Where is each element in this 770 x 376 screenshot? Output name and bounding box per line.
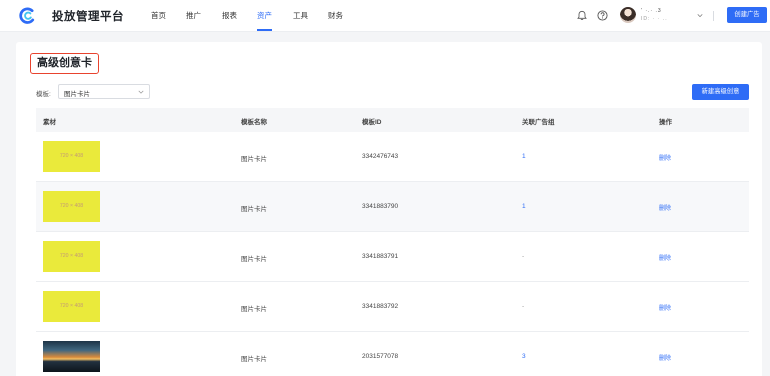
nav-item-home[interactable]: 首页 (151, 0, 166, 32)
ad-groups-cell: - (522, 253, 525, 260)
template-id-cell: 3341883790 (362, 203, 399, 210)
new-advanced-creative-button[interactable]: 新建高级创意 (692, 84, 749, 100)
nav-item-finance[interactable]: 财务 (328, 0, 343, 32)
bell-icon[interactable] (577, 10, 587, 21)
template-select[interactable]: 图片卡片 (58, 84, 150, 99)
template-name-cell: 图片卡片 (241, 156, 267, 163)
avatar[interactable] (620, 7, 636, 23)
help-icon[interactable] (597, 10, 608, 21)
ad-groups-link[interactable]: 1 (522, 203, 526, 210)
nav-item-tools[interactable]: 工具 (293, 0, 308, 32)
divider (713, 11, 714, 21)
top-navigation-bar: 投放管理平台 首页 推广 报表 资产 工具 财务 ' ·.· .3 ID: · … (0, 0, 770, 32)
chevron-down-icon (138, 90, 144, 94)
template-name-cell: 图片卡片 (241, 256, 267, 263)
column-header-material: 素材 (43, 119, 56, 126)
creative-card-panel: 高级创意卡 模板: 图片卡片 新建高级创意 素材 模板名称 模板ID 关联广告组… (16, 42, 762, 376)
chevron-down-icon[interactable] (697, 13, 703, 18)
table-row: 图片卡片 2031577078 3 删除 (36, 332, 749, 376)
template-name-cell: 图片卡片 (241, 306, 267, 313)
template-name-cell: 图片卡片 (241, 206, 267, 213)
material-thumbnail: 720 × 408 (43, 291, 100, 322)
nav-item-promotion[interactable]: 推广 (186, 0, 201, 32)
template-id-cell: 2031577078 (362, 353, 399, 360)
template-id-cell: 3342476743 (362, 153, 399, 160)
nav-item-reports[interactable]: 报表 (222, 0, 237, 32)
column-header-template-id: 模板ID (362, 119, 382, 126)
material-thumbnail: 720 × 408 (43, 141, 100, 172)
delete-button[interactable]: 删除 (659, 303, 671, 312)
table-header: 素材 模板名称 模板ID 关联广告组 操作 (36, 108, 749, 132)
template-name-cell: 图片卡片 (241, 356, 267, 363)
table-row: 720 × 408 图片卡片 3342476743 1 删除 (36, 132, 749, 182)
column-header-template-name: 模板名称 (241, 119, 267, 126)
page-title: 高级创意卡 (30, 53, 99, 74)
app-title: 投放管理平台 (52, 11, 124, 23)
template-id-cell: 3341883791 (362, 253, 399, 260)
table-row: 720 × 408 图片卡片 3341883790 1 删除 (36, 182, 749, 232)
user-id: ID: · · .. (641, 16, 668, 22)
table-row: 720 × 408 图片卡片 3341883792 - 删除 (36, 282, 749, 332)
table-row: 720 × 408 图片卡片 3341883791 - 删除 (36, 232, 749, 282)
create-ad-button[interactable]: 创建广告 (727, 7, 767, 23)
delete-button[interactable]: 删除 (659, 253, 671, 262)
nav-item-assets[interactable]: 资产 (257, 0, 272, 32)
user-name: ' ·.· .3 (641, 8, 662, 14)
material-thumbnail-image (43, 341, 100, 372)
ad-groups-link[interactable]: 3 (522, 353, 526, 360)
template-select-value: 图片卡片 (64, 91, 90, 98)
ad-groups-cell: - (522, 303, 525, 310)
delete-button[interactable]: 删除 (659, 153, 671, 162)
template-filter-label: 模板: (36, 91, 51, 98)
template-id-cell: 3341883792 (362, 303, 399, 310)
logo-icon[interactable] (19, 7, 36, 24)
delete-button[interactable]: 删除 (659, 203, 671, 212)
column-header-ad-groups: 关联广告组 (522, 119, 555, 126)
material-thumbnail: 720 × 408 (43, 241, 100, 272)
delete-button[interactable]: 删除 (659, 353, 671, 362)
ad-groups-link[interactable]: 1 (522, 153, 526, 160)
column-header-actions: 操作 (659, 119, 672, 126)
material-thumbnail: 720 × 408 (43, 191, 100, 222)
